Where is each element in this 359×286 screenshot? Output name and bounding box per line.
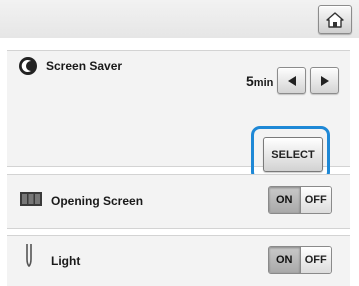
light-off-option[interactable]: OFF — [300, 247, 331, 273]
light-icon — [26, 244, 32, 267]
screen-saver-label: Screen Saver — [46, 59, 123, 73]
home-button[interactable] — [318, 5, 352, 34]
select-button[interactable]: SELECT — [263, 137, 323, 172]
light-toggle[interactable]: ON OFF — [268, 246, 332, 274]
home-icon — [326, 11, 344, 28]
light-label: Light — [51, 254, 81, 268]
screen-saver-icon — [19, 57, 37, 75]
light-on-option[interactable]: ON — [269, 247, 301, 273]
decrease-time-button[interactable] — [277, 67, 306, 94]
opening-screen-off-option[interactable]: OFF — [300, 187, 331, 213]
opening-screen-on-option[interactable]: ON — [269, 187, 301, 213]
opening-screen-label: Opening Screen — [51, 194, 144, 208]
opening-screen-icon — [20, 192, 42, 206]
increase-time-button[interactable] — [310, 67, 339, 94]
settings-screen: Screen Saver 5min SELECT Opening Screen … — [0, 0, 359, 286]
screen-saver-time-value: 5min — [246, 73, 273, 89]
opening-screen-toggle[interactable]: ON OFF — [268, 186, 332, 214]
screen-saver-time-number: 5 — [246, 73, 254, 89]
header-bar — [0, 0, 359, 38]
screen-saver-time-unit: min — [253, 77, 274, 89]
arrow-right-icon — [320, 75, 329, 86]
arrow-left-icon — [287, 75, 296, 86]
